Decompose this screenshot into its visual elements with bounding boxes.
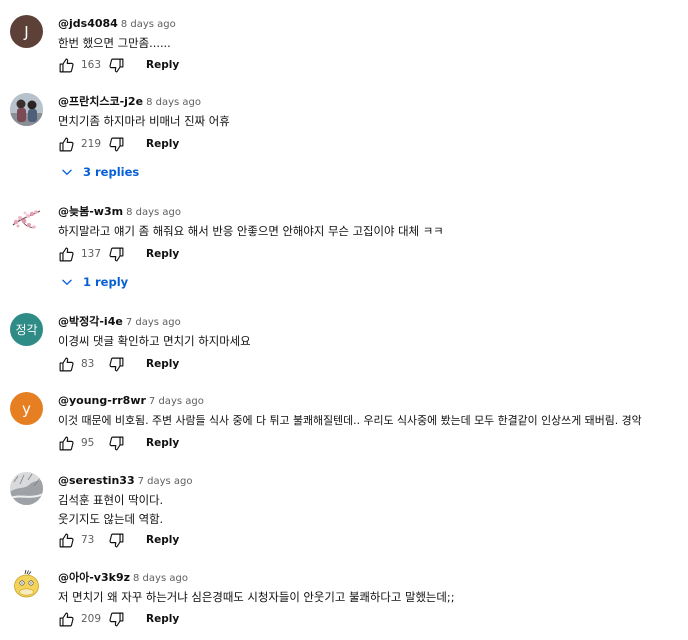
thumbs-up-icon[interactable] bbox=[57, 531, 75, 549]
comment-text: 면치기좀 하지마라 비매너 진짜 어휴 bbox=[58, 112, 230, 131]
comment-actions: 219 Reply bbox=[57, 135, 179, 153]
thumbs-up-icon[interactable] bbox=[57, 135, 75, 153]
timestamp[interactable]: 7 days ago bbox=[138, 476, 193, 487]
thumbs-up-icon[interactable] bbox=[57, 56, 75, 74]
avatar-photo bbox=[10, 569, 43, 602]
comment-text: 이것 때문에 비호됨. 주변 사람들 식사 중에 다 튀고 불쾌해질텐데.. 우… bbox=[58, 411, 642, 430]
comment-text: 이경씨 댓글 확인하고 면치기 하지마세요 bbox=[58, 332, 251, 351]
thumbs-down-icon[interactable] bbox=[107, 135, 125, 153]
thumbs-up-icon[interactable] bbox=[57, 245, 75, 263]
comment-actions: 137 Reply bbox=[57, 245, 179, 263]
avatar-letter: 정각 bbox=[15, 323, 38, 337]
comment-line: 이것 때문에 비호됨. 주변 사람들 식사 중에 다 튀고 불쾌해질텐데.. 우… bbox=[58, 414, 642, 427]
thumbs-up-icon[interactable] bbox=[57, 434, 75, 452]
comment-line: 저 면치기 왜 자꾸 하는거냐 심은경때도 시청자들이 안웃기고 불쾌하다고 말… bbox=[58, 590, 455, 604]
replies-label: 1 reply bbox=[83, 275, 129, 289]
comment-actions: 163 Reply bbox=[57, 56, 179, 74]
comment-header: @young-rr8wr 7 days ago bbox=[58, 391, 204, 409]
avatar[interactable] bbox=[10, 93, 43, 126]
timestamp[interactable]: 8 days ago bbox=[133, 573, 188, 584]
timestamp[interactable]: 8 days ago bbox=[146, 97, 201, 108]
like-count: 83 bbox=[81, 358, 95, 370]
thumbs-down-icon[interactable] bbox=[107, 245, 125, 263]
avatar[interactable]: 정각 bbox=[10, 313, 43, 346]
author-name[interactable]: @늦봄-w3m bbox=[58, 205, 123, 218]
avatar-photo bbox=[10, 472, 43, 505]
chevron-down-icon bbox=[60, 165, 74, 179]
comment-text: 김석훈 표현이 딱이다. 웃기지도 않는데 역함. bbox=[58, 491, 163, 529]
timestamp[interactable]: 7 days ago bbox=[149, 396, 204, 407]
chevron-down-icon bbox=[60, 275, 74, 289]
author-name[interactable]: @아아-v3k9z bbox=[58, 571, 130, 584]
reply-button[interactable]: Reply bbox=[146, 59, 179, 71]
reply-button[interactable]: Reply bbox=[146, 613, 179, 625]
reply-button[interactable]: Reply bbox=[146, 534, 179, 546]
avatar[interactable]: J bbox=[10, 15, 43, 48]
thumbs-down-icon[interactable] bbox=[107, 610, 125, 628]
author-name[interactable]: @young-rr8wr bbox=[58, 394, 146, 407]
comment-header: @프란치스코-j2e 8 days ago bbox=[58, 92, 201, 110]
timestamp[interactable]: 8 days ago bbox=[121, 19, 176, 30]
avatar[interactable] bbox=[10, 472, 43, 505]
comment-line: 이경씨 댓글 확인하고 면치기 하지마세요 bbox=[58, 334, 251, 348]
thumbs-up-icon[interactable] bbox=[57, 610, 75, 628]
comment-line: 하지말라고 얘기 좀 해줘요 해서 반응 안좋으면 안해야지 무슨 고집이야 대… bbox=[58, 224, 444, 238]
reply-button[interactable]: Reply bbox=[146, 437, 179, 449]
comment-header: @박정각-i4e 7 days ago bbox=[58, 312, 181, 330]
author-name[interactable]: @프란치스코-j2e bbox=[58, 95, 143, 108]
thumbs-up-icon[interactable] bbox=[57, 355, 75, 373]
thumbs-down-icon[interactable] bbox=[107, 56, 125, 74]
like-count: 209 bbox=[81, 613, 102, 625]
like-count: 73 bbox=[81, 534, 95, 546]
author-name[interactable]: @박정각-i4e bbox=[58, 315, 123, 328]
thumbs-down-icon[interactable] bbox=[107, 355, 125, 373]
comment-header: @serestin33 7 days ago bbox=[58, 471, 193, 489]
thumbs-down-icon[interactable] bbox=[107, 531, 125, 549]
timestamp[interactable]: 8 days ago bbox=[126, 207, 181, 218]
comment-header: @아아-v3k9z 8 days ago bbox=[58, 568, 188, 586]
author-name[interactable]: @serestin33 bbox=[58, 474, 135, 487]
reply-button[interactable]: Reply bbox=[146, 248, 179, 260]
comment-actions: 73 Reply bbox=[57, 531, 179, 549]
comment-actions: 95 Reply bbox=[57, 434, 179, 452]
thumbs-down-icon[interactable] bbox=[107, 434, 125, 452]
avatar-photo bbox=[10, 203, 43, 236]
replies-label: 3 replies bbox=[83, 165, 140, 179]
like-count: 219 bbox=[81, 138, 102, 150]
like-count: 137 bbox=[81, 248, 102, 260]
reply-button[interactable]: Reply bbox=[146, 138, 179, 150]
comment-text: 하지말라고 얘기 좀 해줘요 해서 반응 안좋으면 안해야지 무슨 고집이야 대… bbox=[58, 222, 444, 241]
comment-text: 저 면치기 왜 자꾸 하는거냐 심은경때도 시청자들이 안웃기고 불쾌하다고 말… bbox=[58, 588, 455, 607]
avatar-photo bbox=[10, 93, 43, 126]
reply-button[interactable]: Reply bbox=[146, 358, 179, 370]
view-replies-button[interactable]: 3 replies bbox=[60, 165, 139, 179]
avatar-letter: y bbox=[22, 399, 31, 418]
comment-actions: 83 Reply bbox=[57, 355, 179, 373]
comment-actions: 209 Reply bbox=[57, 610, 179, 628]
like-count: 163 bbox=[81, 59, 102, 71]
comment-line: 면치기좀 하지마라 비매너 진짜 어휴 bbox=[58, 114, 230, 128]
timestamp[interactable]: 7 days ago bbox=[126, 317, 181, 328]
avatar[interactable]: y bbox=[10, 392, 43, 425]
comment-header: @jds4084 8 days ago bbox=[58, 14, 176, 32]
avatar[interactable] bbox=[10, 203, 43, 236]
like-count: 95 bbox=[81, 437, 95, 449]
comment-line: 김석훈 표현이 딱이다. bbox=[58, 493, 164, 507]
avatar[interactable] bbox=[10, 569, 43, 602]
comment-text: 한번 했으면 그만좀...... bbox=[58, 34, 171, 53]
view-replies-button[interactable]: 1 reply bbox=[60, 275, 128, 289]
comment-header: @늦봄-w3m 8 days ago bbox=[58, 202, 181, 220]
comment-line: 웃기지도 않는데 역함. bbox=[58, 512, 164, 526]
comment-line: 한번 했으면 그만좀...... bbox=[58, 36, 171, 50]
avatar-letter: J bbox=[24, 22, 29, 41]
author-name[interactable]: @jds4084 bbox=[58, 17, 118, 30]
